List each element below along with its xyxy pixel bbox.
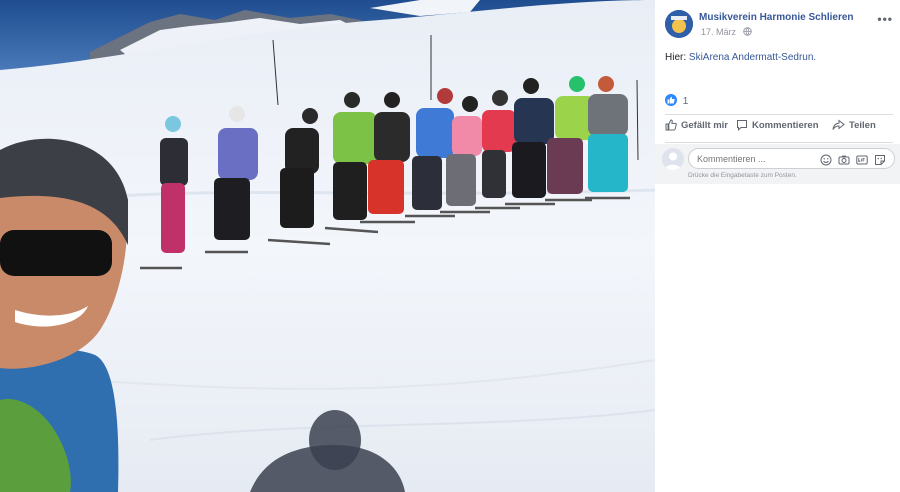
post-date[interactable]: 17. März	[701, 27, 736, 37]
post-actions: Gefällt mir Kommentieren Teilen	[665, 119, 893, 139]
post-text-prefix: Hier:	[665, 52, 687, 63]
like-reaction-icon	[665, 94, 677, 106]
sticker-icon[interactable]	[874, 153, 886, 165]
page-avatar[interactable]	[665, 10, 693, 38]
comment-composer: Drücke die Eingabetaste zum Posten.	[655, 144, 900, 184]
more-options-icon[interactable]: •••	[877, 12, 893, 26]
comment-tools	[820, 153, 886, 166]
emoji-icon[interactable]	[820, 153, 832, 166]
like-button-label: Gefällt mir	[681, 119, 728, 131]
share-button-label: Teilen	[849, 119, 876, 131]
post-photo[interactable]	[0, 0, 655, 492]
location-link[interactable]: SkiArena Andermatt-Sedrun.	[689, 52, 816, 63]
comment-icon	[737, 120, 747, 131]
divider	[665, 142, 893, 143]
user-avatar	[662, 148, 684, 170]
reaction-count: 1	[682, 96, 689, 107]
comment-button-label: Kommentieren	[752, 119, 819, 131]
like-button[interactable]: Gefällt mir	[665, 119, 728, 131]
post-text: Hier: SkiArena Andermatt-Sedrun.	[665, 52, 816, 63]
reactions-summary[interactable]: 1	[665, 94, 688, 108]
divider	[665, 114, 893, 115]
post-meta: 17. März	[701, 27, 752, 38]
post-header: Musikverein Harmonie Schlieren 17. März …	[665, 10, 893, 40]
ski-group-photo	[0, 0, 655, 492]
post-sidebar: Musikverein Harmonie Schlieren 17. März …	[655, 0, 900, 492]
share-button[interactable]: Teilen	[832, 119, 876, 131]
default-avatar-icon	[662, 148, 684, 170]
page-logo-icon	[665, 10, 693, 38]
share-arrow-icon	[832, 119, 845, 130]
globe-icon	[742, 27, 752, 38]
gif-icon[interactable]	[856, 153, 868, 165]
thumbs-up-icon	[665, 119, 677, 131]
camera-icon[interactable]	[838, 153, 850, 165]
comment-hint: Drücke die Eingabetaste zum Posten.	[688, 172, 797, 179]
page-name-link[interactable]: Musikverein Harmonie Schlieren	[699, 12, 854, 23]
comment-button[interactable]: Kommentieren	[736, 119, 819, 131]
